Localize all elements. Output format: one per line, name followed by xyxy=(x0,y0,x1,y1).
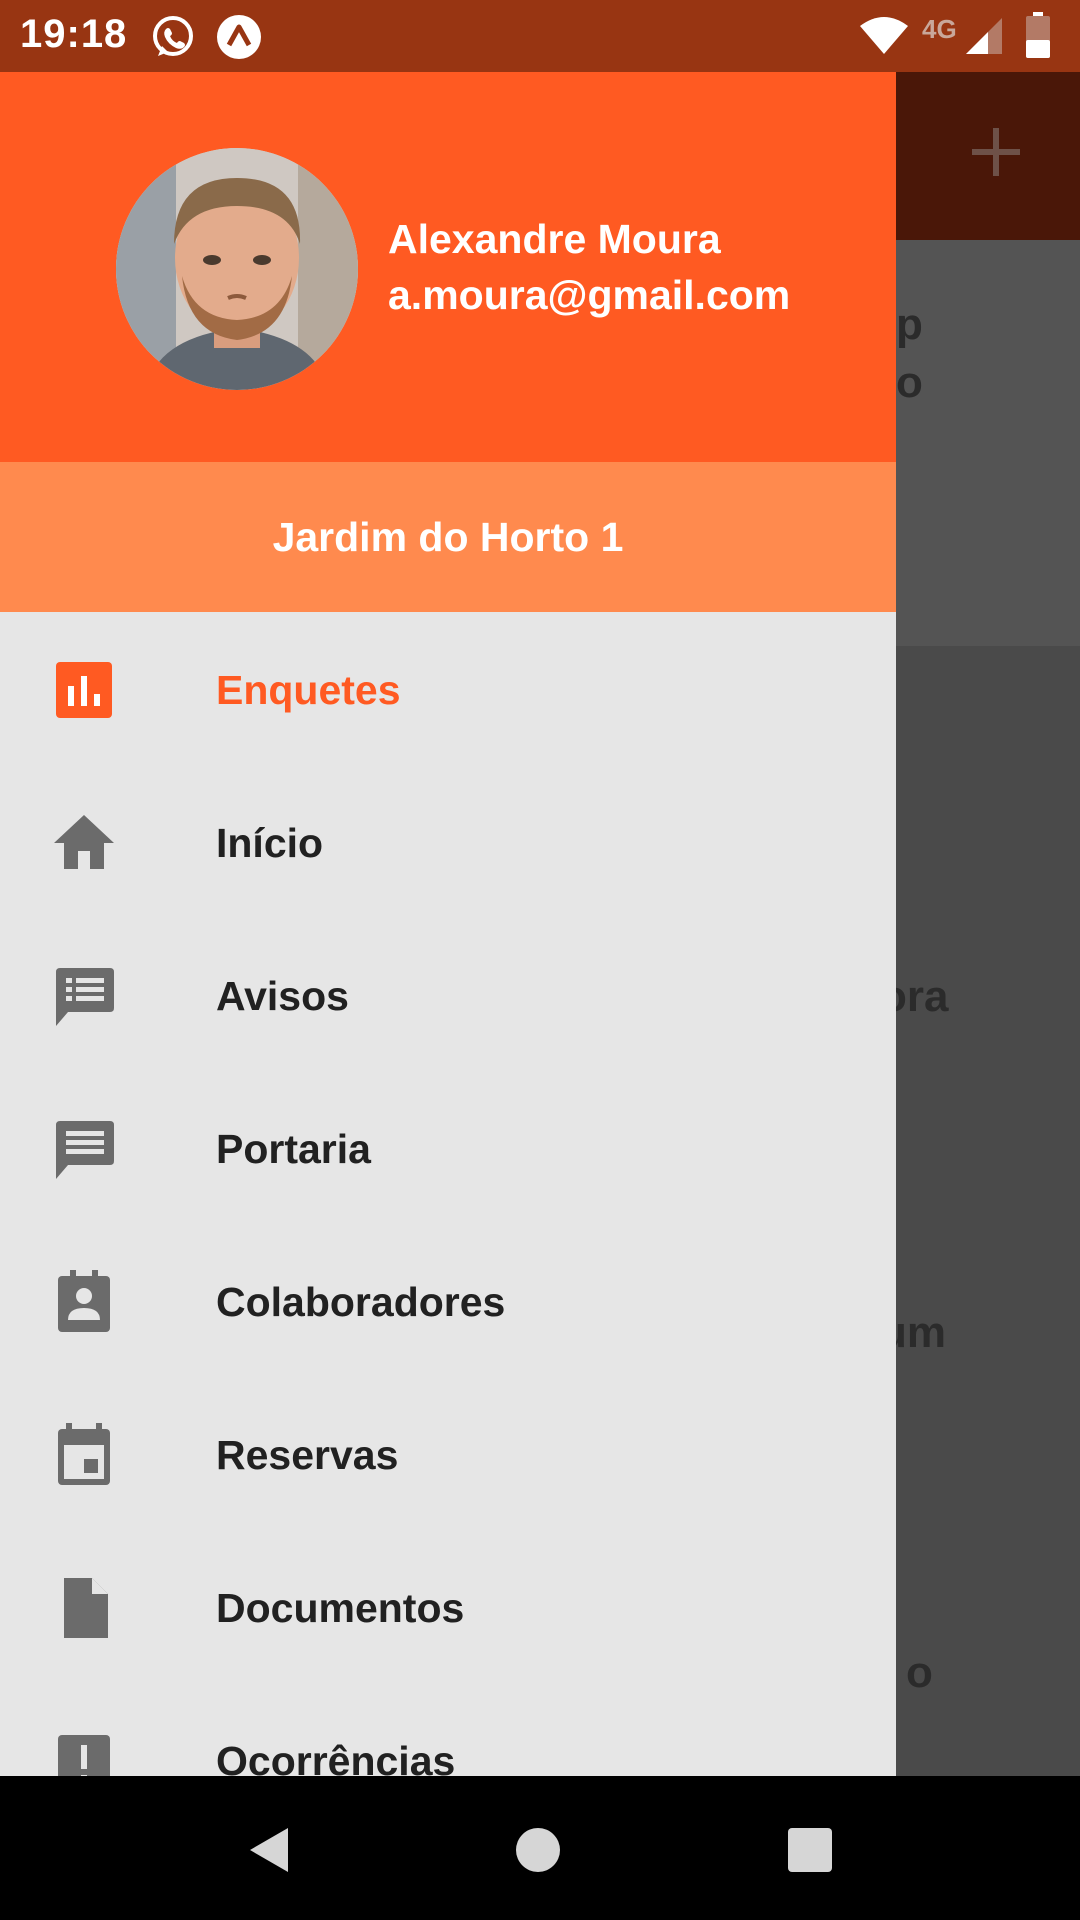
menu-label: Colaboradores xyxy=(216,1279,506,1325)
menu-label: Início xyxy=(216,820,324,866)
message-icon xyxy=(56,1121,114,1179)
user-name: Alexandre Moura xyxy=(388,216,721,262)
menu-item-inicio[interactable]: Início xyxy=(0,765,896,918)
menu-item-ocorrencias[interactable]: Ocorrências xyxy=(0,1683,896,1776)
home-circle-icon[interactable] xyxy=(514,1826,562,1874)
status-bar: 19:18 4G xyxy=(0,0,1080,72)
wifi-icon xyxy=(860,17,908,54)
drawer-menu: Enquetes Início Avisos Portaria Colabora… xyxy=(0,612,896,1776)
user-email: a.moura@gmail.com xyxy=(388,272,791,318)
status-time: 19:18 xyxy=(20,12,128,56)
whatsapp-icon xyxy=(153,16,193,56)
menu-label: Ocorrências xyxy=(216,1738,456,1776)
menu-item-reservas[interactable]: Reservas xyxy=(0,1377,896,1530)
notices-icon xyxy=(56,968,114,1026)
menu-item-avisos[interactable]: Avisos xyxy=(0,918,896,1071)
menu-label: Enquetes xyxy=(216,667,401,713)
menu-label: Documentos xyxy=(216,1585,465,1631)
back-icon[interactable] xyxy=(244,1824,296,1876)
menu-label: Portaria xyxy=(216,1126,371,1172)
menu-label: Reservas xyxy=(216,1432,399,1478)
menu-item-colaboradores[interactable]: Colaboradores xyxy=(0,1224,896,1377)
signal-icon xyxy=(966,18,1002,54)
condo-selector[interactable]: Jardim do Horto 1 xyxy=(0,462,896,612)
drawer-header: Alexandre Moura a.moura@gmail.com xyxy=(0,72,896,462)
recents-icon[interactable] xyxy=(786,1826,834,1874)
avatar-image xyxy=(116,148,358,390)
system-navigation-bar xyxy=(0,1776,1080,1920)
document-icon xyxy=(64,1578,108,1638)
poll-icon xyxy=(56,662,112,718)
network-type: 4G xyxy=(922,14,957,44)
contact-badge-icon xyxy=(58,1270,110,1332)
menu-label: Avisos xyxy=(216,973,349,1019)
background-text: o xyxy=(906,1648,933,1697)
background-text: o xyxy=(896,358,923,407)
avatar[interactable] xyxy=(116,148,358,390)
alert-icon xyxy=(58,1735,110,1776)
arrow-up-icon xyxy=(217,15,261,59)
menu-item-portaria[interactable]: Portaria xyxy=(0,1071,896,1224)
navigation-drawer: Alexandre Moura a.moura@gmail.com Jardim… xyxy=(0,72,896,1776)
home-icon xyxy=(54,815,114,869)
menu-item-documentos[interactable]: Documentos xyxy=(0,1530,896,1683)
add-icon xyxy=(972,128,1020,176)
calendar-icon xyxy=(58,1423,110,1485)
menu-item-enquetes[interactable]: Enquetes xyxy=(0,612,896,765)
condo-name: Jardim do Horto 1 xyxy=(272,514,624,560)
battery-icon xyxy=(1026,12,1050,58)
background-text: p xyxy=(896,300,923,349)
